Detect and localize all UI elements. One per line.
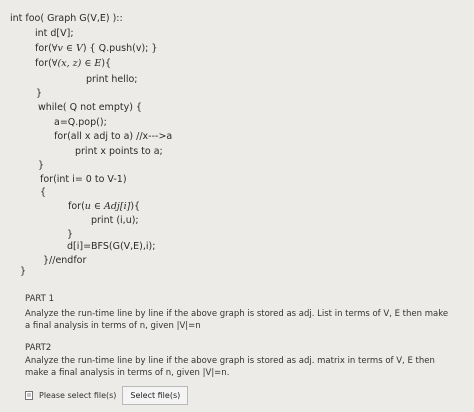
code-line-for-int: for(int i= 0 to V-1) [40,174,127,185]
code-brace: ){ [101,58,112,69]
code-line-close-brace: } [67,229,74,240]
part1-text: Analyze the run-time line by line if the… [25,309,449,331]
code-line-close-brace: } [20,266,27,277]
code-line-print-iu: print (i,u); [91,215,139,226]
code-line-bfs: d[i]=BFS(G(V,E),i); [67,241,156,252]
code-line-for-edges: for(∀(x, z) ∈ E){ [35,58,111,70]
math-u-in-adj: u ∈ Adj[i] [84,201,131,212]
file-prompt: Please select file(s) [39,391,117,400]
code-line-close-brace: } [38,160,45,171]
code-line-print-hello: print hello; [86,74,138,85]
code-push: ) { Q.push(v); } [82,43,158,54]
code-line-while: while( Q not empty) { [38,102,142,113]
code-line-for-adj: for(all x adj to a) //x--->a [54,131,173,142]
code-line-print-x: print x points to a; [75,146,163,157]
part2-label: PART2 [25,343,52,353]
code-line-for-u: for(u ∈ Adj[i]){ [68,201,140,213]
code-for-keyword: for( [35,43,52,54]
code-line-endfor: }//endfor [43,255,87,266]
select-files-button[interactable]: Select file(s) [122,386,189,405]
part1-label: PART 1 [25,294,54,304]
part2-text: Analyze the run-time line by line if the… [25,356,435,378]
math-forall-v: ∀v ∈ V [51,43,83,54]
code-brace: ){ [130,201,141,212]
code-line-close-brace: } [36,88,43,99]
code-line-decl: int d[V]; [35,28,74,39]
code-for-keyword: for( [68,201,85,212]
file-upload-row: Please select file(s) Select file(s) [25,386,189,405]
code-for-keyword: for( [35,58,52,69]
code-line-pop: a=Q.pop(); [54,117,107,128]
code-line-function-header: int foo( Graph G(V,E) ):: [10,13,123,24]
file-icon [25,391,33,400]
math-forall-xz: ∀(x, z) ∈ E [51,58,102,69]
code-line-for-vertices: for(∀v ∈ V) { Q.push(v); } [35,43,157,55]
code-line-open-brace: { [40,187,47,198]
